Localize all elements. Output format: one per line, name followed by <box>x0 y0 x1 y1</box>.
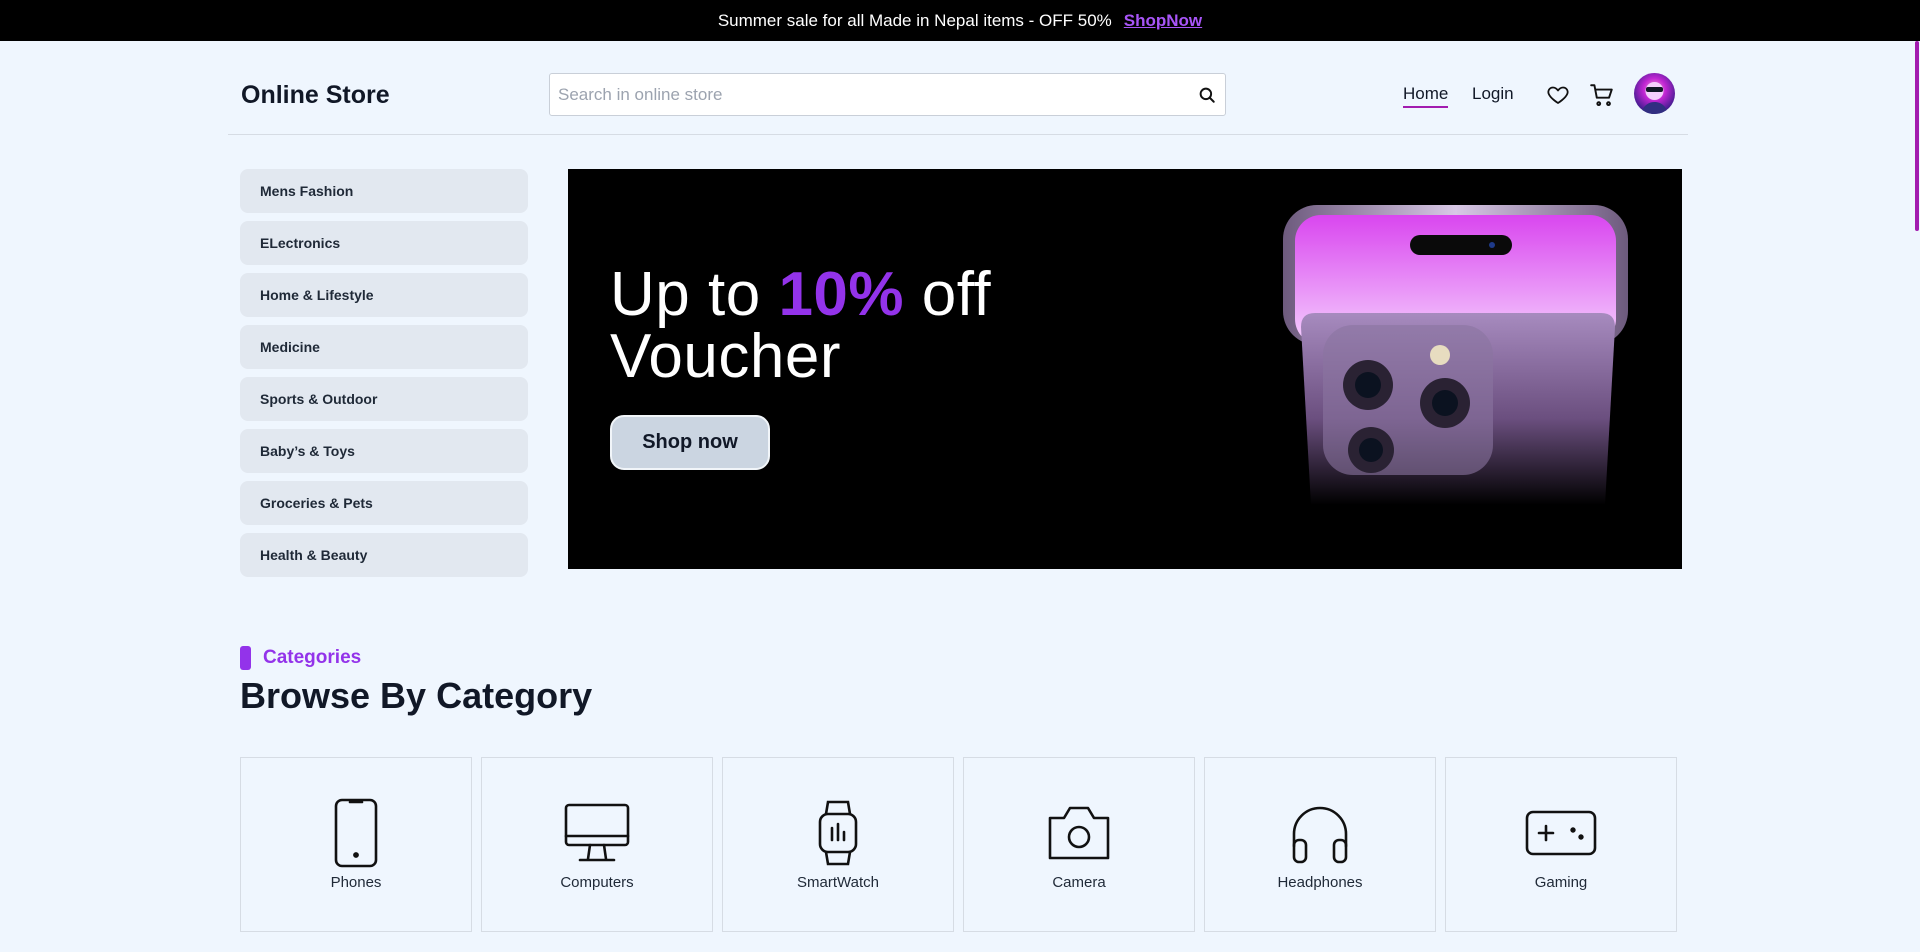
nav-login-link[interactable]: Login <box>1472 84 1514 104</box>
search-icon <box>1199 87 1215 103</box>
category-card-headphones[interactable]: Headphones <box>1204 757 1436 932</box>
hero-title-suffix: off <box>921 260 992 329</box>
smartwatch-icon <box>818 800 858 866</box>
hero-title-prefix: Up to <box>610 260 761 329</box>
categories-tag: Categories <box>240 646 361 670</box>
shop-now-link[interactable]: ShopNow <box>1124 11 1202 31</box>
category-card-phones[interactable]: Phones <box>240 757 472 932</box>
hero-title-accent: 10% <box>778 260 905 329</box>
monitor-icon <box>564 803 630 862</box>
category-label: Headphones <box>1277 874 1363 891</box>
category-label: Phones <box>330 874 382 891</box>
category-label: Gaming <box>1534 874 1588 891</box>
category-card-gaming[interactable]: Gaming <box>1445 757 1677 932</box>
categories-tag-label: Categories <box>263 647 362 668</box>
hero-title-line2: Voucher <box>610 322 842 391</box>
scrollbar-thumb[interactable] <box>1915 41 1919 231</box>
section-heading: Browse By Category <box>240 675 593 716</box>
camera-icon <box>1048 806 1110 860</box>
headphones-icon <box>1292 806 1348 864</box>
wishlist-button[interactable] <box>1544 81 1572 109</box>
heart-icon <box>1547 86 1569 104</box>
cart-button[interactable] <box>1588 81 1616 109</box>
store-logo[interactable]: Online Store <box>241 81 390 110</box>
header: Online Store Home Login <box>228 41 1688 135</box>
gamepad-icon <box>1525 810 1597 856</box>
sidebar-item-electronics[interactable]: ELectronics <box>240 221 528 265</box>
promo-message: Summer sale for all Made in Nepal items … <box>717 10 1112 30</box>
search-bar <box>549 73 1226 116</box>
nav-home-link[interactable]: Home <box>1403 84 1449 108</box>
category-card-computers[interactable]: Computers <box>481 757 713 932</box>
phone-icon <box>334 798 378 868</box>
avatar[interactable] <box>1634 73 1675 114</box>
category-label: SmartWatch <box>797 874 879 891</box>
sidebar-item-sports-outdoor[interactable]: Sports & Outdoor <box>240 377 528 421</box>
search-button[interactable] <box>1189 77 1225 113</box>
category-card-camera[interactable]: Camera <box>963 757 1195 932</box>
category-sidebar: Mens Fashion ELectronics Home & Lifestyl… <box>240 169 528 585</box>
search-input[interactable] <box>550 84 1189 105</box>
category-card-smartwatch[interactable]: SmartWatch <box>722 757 954 932</box>
sidebar-item-groceries-pets[interactable]: Groceries & Pets <box>240 481 528 525</box>
categories-tag-bar <box>240 646 251 670</box>
phone-product-image <box>1283 205 1628 505</box>
category-label: Computers <box>560 874 634 891</box>
sidebar-item-health-beauty[interactable]: Health & Beauty <box>240 533 528 577</box>
avatar-image <box>1641 82 1668 114</box>
promo-bar: Summer sale for all Made in Nepal items … <box>0 0 1920 41</box>
sidebar-item-home-lifestyle[interactable]: Home & Lifestyle <box>240 273 528 317</box>
category-grid: Phones Computers SmartWatch Camera Headp… <box>240 757 1677 932</box>
sidebar-item-medicine[interactable]: Medicine <box>240 325 528 369</box>
category-label: Camera <box>1052 874 1106 891</box>
hero-title: Up to 10% off Voucher <box>610 264 991 388</box>
hero-banner: Up to 10% off Voucher Shop now <box>568 169 1682 569</box>
sidebar-item-mens-fashion[interactable]: Mens Fashion <box>240 169 528 213</box>
cart-icon <box>1590 84 1613 107</box>
page-scrollbar[interactable] <box>1914 41 1920 952</box>
sidebar-item-babys-toys[interactable]: Baby’s & Toys <box>240 429 528 473</box>
shop-now-button[interactable]: Shop now <box>610 415 770 470</box>
